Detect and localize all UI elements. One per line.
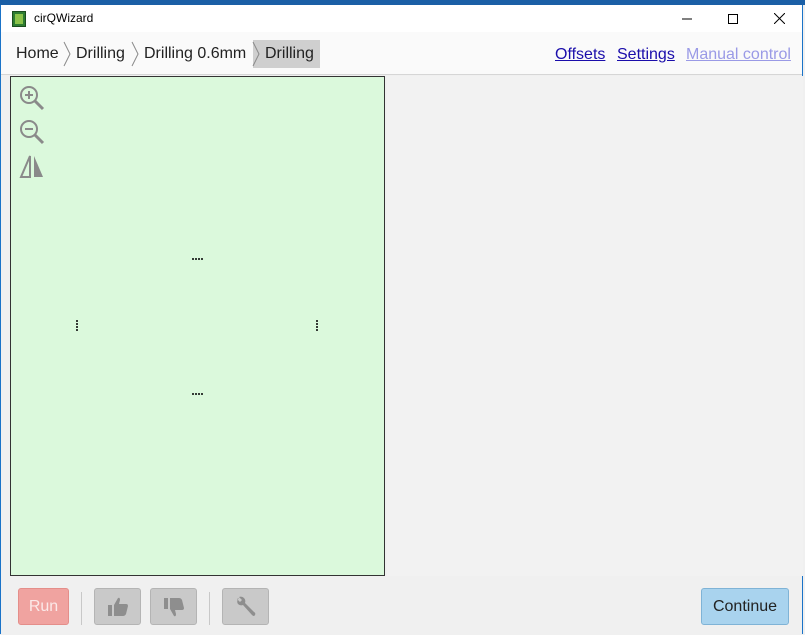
action-bar: Run Continue xyxy=(1,577,802,634)
thumbs-up-button[interactable] xyxy=(94,588,141,625)
chevron-right-icon xyxy=(63,41,71,67)
app-window: cirQWizard Home Drilling Drilling 0.6mm … xyxy=(0,5,803,634)
maximize-button[interactable] xyxy=(710,5,756,32)
title-bar: cirQWizard xyxy=(1,5,802,32)
run-button[interactable]: Run xyxy=(18,588,69,625)
settings-link[interactable]: Settings xyxy=(617,46,675,64)
details-panel xyxy=(387,76,803,576)
thumbs-up-icon xyxy=(107,597,128,616)
drill-hole-group-bottom xyxy=(192,393,203,396)
divider xyxy=(81,592,82,625)
thumbs-down-button[interactable] xyxy=(150,588,197,625)
drill-hole-group-right xyxy=(316,320,319,331)
drill-hole-group-top xyxy=(192,258,203,261)
chevron-right-icon xyxy=(252,41,260,67)
close-icon xyxy=(773,13,785,24)
board-preview-canvas[interactable] xyxy=(10,76,385,576)
breadcrumb-home[interactable]: Home xyxy=(16,40,59,68)
continue-button[interactable]: Continue xyxy=(701,588,789,625)
breadcrumb: Home Drilling Drilling 0.6mm Drilling Of… xyxy=(1,32,802,75)
chevron-right-icon xyxy=(131,41,139,67)
wrench-button[interactable] xyxy=(222,588,269,625)
maximize-icon xyxy=(728,13,738,24)
minimize-button[interactable] xyxy=(664,5,710,32)
close-button[interactable] xyxy=(756,5,802,32)
app-icon xyxy=(12,11,26,27)
offsets-link[interactable]: Offsets xyxy=(555,46,605,64)
divider xyxy=(209,592,210,625)
minimize-icon xyxy=(682,18,692,19)
mirror-icon[interactable] xyxy=(19,153,45,179)
thumbs-down-icon xyxy=(163,597,184,616)
drill-hole-group-left xyxy=(76,320,79,331)
wrench-icon xyxy=(236,596,255,616)
breadcrumb-drilling[interactable]: Drilling xyxy=(76,40,125,68)
zoom-in-icon[interactable] xyxy=(19,85,45,111)
manual-control-link: Manual control xyxy=(686,46,791,63)
window-title: cirQWizard xyxy=(34,11,94,25)
breadcrumb-drilling-size[interactable]: Drilling 0.6mm xyxy=(144,40,246,68)
zoom-out-icon[interactable] xyxy=(19,119,45,145)
breadcrumb-current: Drilling xyxy=(253,40,320,68)
